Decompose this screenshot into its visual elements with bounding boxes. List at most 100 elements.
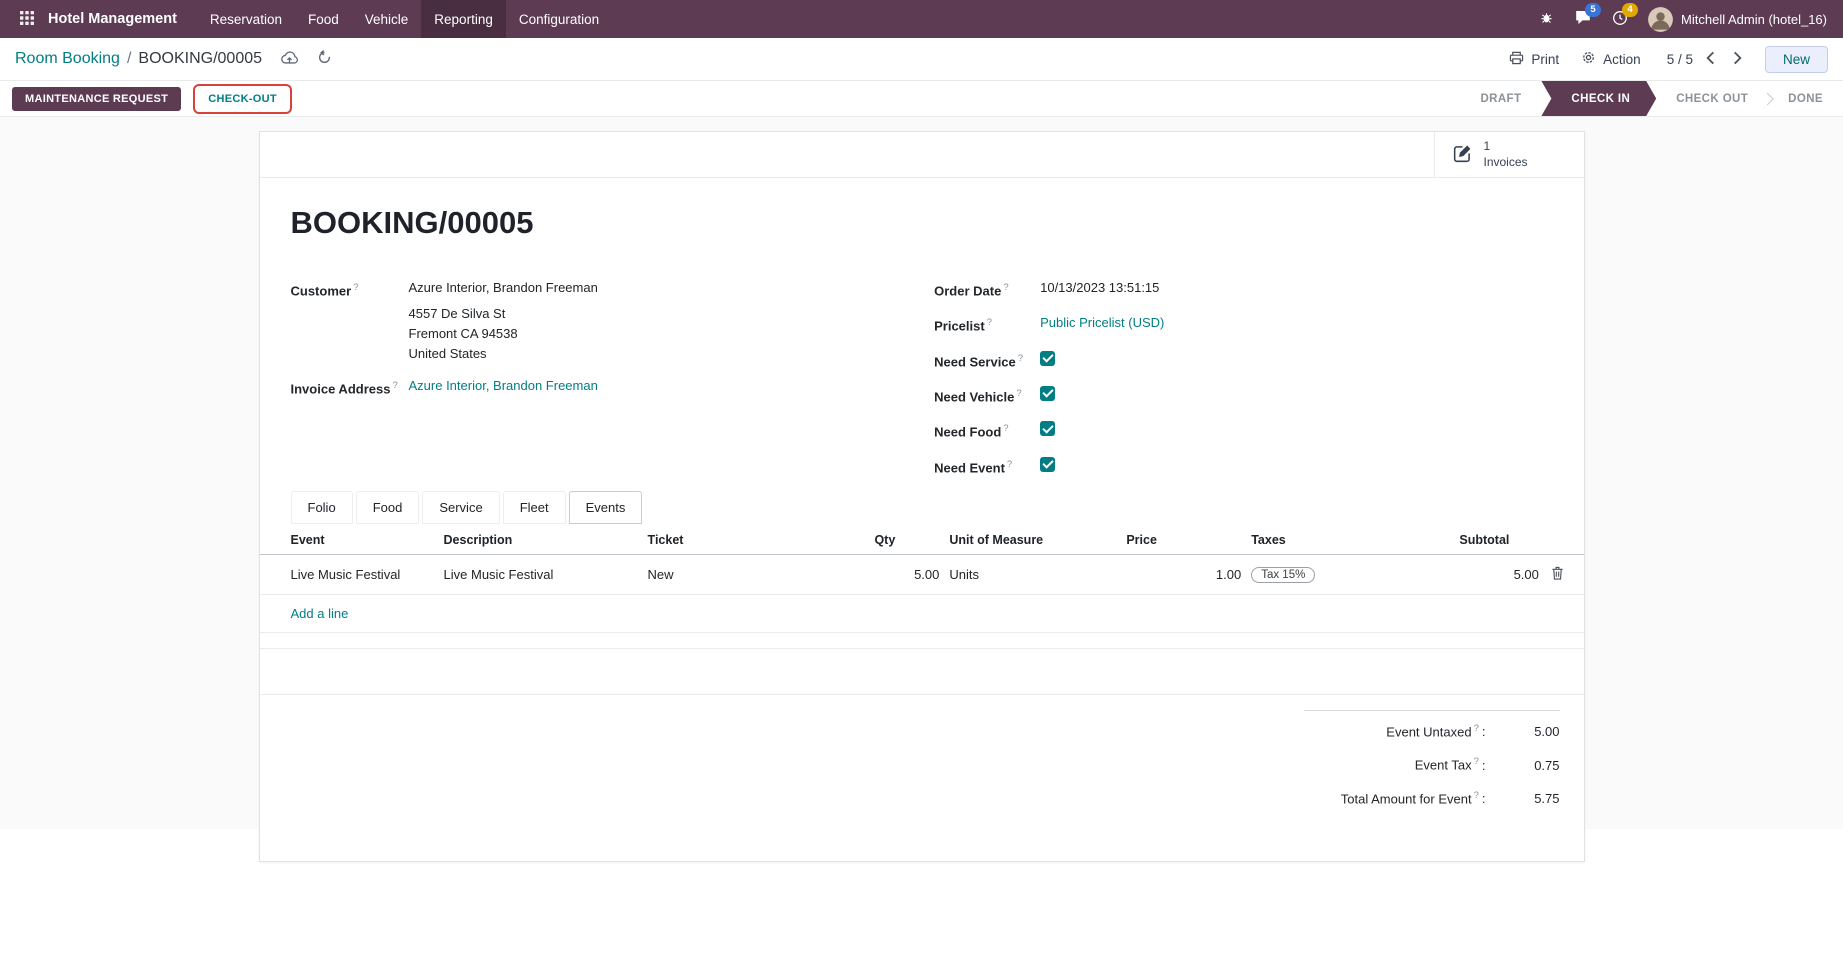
check-out-button[interactable]: CHECK-OUT xyxy=(197,88,288,110)
pricelist-label: Pricelist? xyxy=(934,312,1040,336)
help-icon: ? xyxy=(1474,723,1479,734)
cell-event[interactable]: Live Music Festival xyxy=(260,554,439,594)
total-tax-value: 0.75 xyxy=(1486,758,1560,774)
pager-next-button[interactable] xyxy=(1728,49,1747,70)
menu-vehicle[interactable]: Vehicle xyxy=(352,0,422,38)
address-line: 4557 De Silva St xyxy=(409,304,598,324)
col-subtotal[interactable]: Subtotal xyxy=(1454,524,1544,555)
need-service-checkbox[interactable] xyxy=(1040,351,1055,366)
order-date-value[interactable]: 10/13/2023 13:51:15 xyxy=(1040,277,1159,301)
action-label: Action xyxy=(1603,52,1641,67)
status-step-check-out[interactable]: CHECK OUT xyxy=(1656,81,1768,116)
total-row-untaxed: Event Untaxed?: 5.00 xyxy=(1304,721,1560,740)
event-line-row[interactable]: Live Music Festival Live Music Festival … xyxy=(260,554,1584,594)
cell-actions xyxy=(1544,554,1584,594)
user-menu[interactable]: Mitchell Admin (hotel_16) xyxy=(1648,7,1831,32)
invoices-stat-button[interactable]: 1 Invoices xyxy=(1434,132,1584,177)
user-name: Mitchell Admin (hotel_16) xyxy=(1681,12,1827,27)
events-table-header: Event Description Ticket Qty Unit of Mea… xyxy=(260,524,1584,555)
cell-subtotal[interactable]: 5.00 xyxy=(1454,554,1544,594)
tab-fleet[interactable]: Fleet xyxy=(503,491,566,524)
tab-food[interactable]: Food xyxy=(356,491,420,524)
action-button[interactable]: Action xyxy=(1581,50,1641,68)
need-vehicle-checkbox[interactable] xyxy=(1040,386,1055,401)
total-row-amount: Total Amount for Event?: 5.75 xyxy=(1304,788,1560,807)
col-taxes[interactable]: Taxes xyxy=(1246,524,1454,555)
breadcrumb-room-booking[interactable]: Room Booking xyxy=(15,50,120,68)
discard-button[interactable] xyxy=(317,50,332,68)
cell-description[interactable]: Live Music Festival xyxy=(439,554,643,594)
maintenance-request-button[interactable]: MAINTENANCE REQUEST xyxy=(12,87,181,111)
save-indicator-button[interactable] xyxy=(280,50,299,68)
menu-reservation[interactable]: Reservation xyxy=(197,0,295,38)
need-food-field: Need Food? xyxy=(934,418,1552,442)
print-button[interactable]: Print xyxy=(1509,51,1559,68)
status-step-draft[interactable]: DRAFT xyxy=(1460,81,1541,116)
messages-button[interactable]: 5 xyxy=(1566,0,1600,38)
add-line-link[interactable]: Add a line xyxy=(291,606,349,621)
menu-reporting[interactable]: Reporting xyxy=(421,0,506,38)
address-line: Fremont CA 94538 xyxy=(409,324,598,344)
order-date-field: Order Date? 10/13/2023 13:51:15 xyxy=(934,277,1552,301)
need-food-checkbox[interactable] xyxy=(1040,421,1055,436)
col-event[interactable]: Event xyxy=(260,524,439,555)
pager-previous-button[interactable] xyxy=(1701,49,1720,70)
col-description[interactable]: Description xyxy=(439,524,643,555)
order-date-label: Order Date? xyxy=(934,277,1040,301)
chevron-left-icon xyxy=(1706,51,1715,68)
top-navbar: Hotel Management Reservation Food Vehicl… xyxy=(0,0,1843,38)
events-table: Event Description Ticket Qty Unit of Mea… xyxy=(260,524,1584,633)
cloud-save-icon xyxy=(280,50,299,68)
debug-button[interactable] xyxy=(1529,0,1563,38)
total-amount-label: Total Amount for Event?: xyxy=(1341,788,1486,807)
invoice-address-link[interactable]: Azure Interior, Brandon Freeman xyxy=(409,378,598,393)
need-event-checkbox[interactable] xyxy=(1040,457,1055,472)
new-button[interactable]: New xyxy=(1765,46,1828,73)
section-separator xyxy=(260,633,1584,649)
cell-uom[interactable]: Units xyxy=(944,554,1121,594)
status-pipeline: DRAFT CHECK IN CHECK OUT DONE xyxy=(1460,81,1843,116)
help-icon: ? xyxy=(392,380,397,391)
cell-qty[interactable]: 5.00 xyxy=(869,554,944,594)
breadcrumb-separator: / xyxy=(127,50,131,68)
col-ticket[interactable]: Ticket xyxy=(643,524,870,555)
help-icon: ? xyxy=(1474,790,1479,801)
total-row-tax: Event Tax?: 0.75 xyxy=(1304,754,1560,773)
col-qty[interactable]: Qty xyxy=(869,524,944,555)
help-icon: ? xyxy=(1474,756,1479,767)
cell-taxes: Tax 15% xyxy=(1246,554,1454,594)
cell-price[interactable]: 1.00 xyxy=(1121,554,1246,594)
col-unit-of-measure[interactable]: Unit of Measure xyxy=(944,524,1121,555)
totals-section: Event Untaxed?: 5.00 Event Tax?: 0.75 To… xyxy=(260,695,1584,861)
activities-button[interactable]: 4 xyxy=(1603,0,1637,38)
activities-badge: 4 xyxy=(1622,3,1638,17)
customer-name[interactable]: Azure Interior, Brandon Freeman xyxy=(409,277,598,298)
rotate-ccw-icon xyxy=(317,50,332,68)
col-price[interactable]: Price xyxy=(1121,524,1246,555)
apps-grid-icon xyxy=(20,11,34,28)
tax-badge[interactable]: Tax 15% xyxy=(1251,567,1315,583)
total-tax-label: Event Tax?: xyxy=(1415,754,1486,773)
messages-badge: 5 xyxy=(1585,3,1601,17)
gear-icon xyxy=(1581,50,1596,68)
app-title[interactable]: Hotel Management xyxy=(48,11,177,27)
customer-label: Customer? xyxy=(291,277,409,364)
status-step-check-in[interactable]: CHECK IN xyxy=(1541,81,1656,116)
delete-line-button[interactable] xyxy=(1550,565,1565,584)
cell-ticket[interactable]: New xyxy=(643,554,870,594)
tab-folio[interactable]: Folio xyxy=(291,491,353,524)
help-icon: ? xyxy=(987,317,992,328)
statusbar: MAINTENANCE REQUEST CHECK-OUT DRAFT CHEC… xyxy=(0,81,1843,117)
chevron-right-icon xyxy=(1733,51,1742,68)
status-step-done[interactable]: DONE xyxy=(1768,81,1843,116)
menu-configuration[interactable]: Configuration xyxy=(506,0,612,38)
menu-food[interactable]: Food xyxy=(295,0,352,38)
need-event-field: Need Event? xyxy=(934,454,1552,478)
apps-menu-button[interactable] xyxy=(12,0,42,38)
tab-events[interactable]: Events xyxy=(569,491,643,524)
tab-service[interactable]: Service xyxy=(422,491,499,524)
need-service-field: Need Service? xyxy=(934,348,1552,372)
need-vehicle-label: Need Vehicle? xyxy=(934,383,1040,407)
main-menu: Reservation Food Vehicle Reporting Confi… xyxy=(197,0,612,38)
pricelist-link[interactable]: Public Pricelist (USD) xyxy=(1040,315,1164,330)
